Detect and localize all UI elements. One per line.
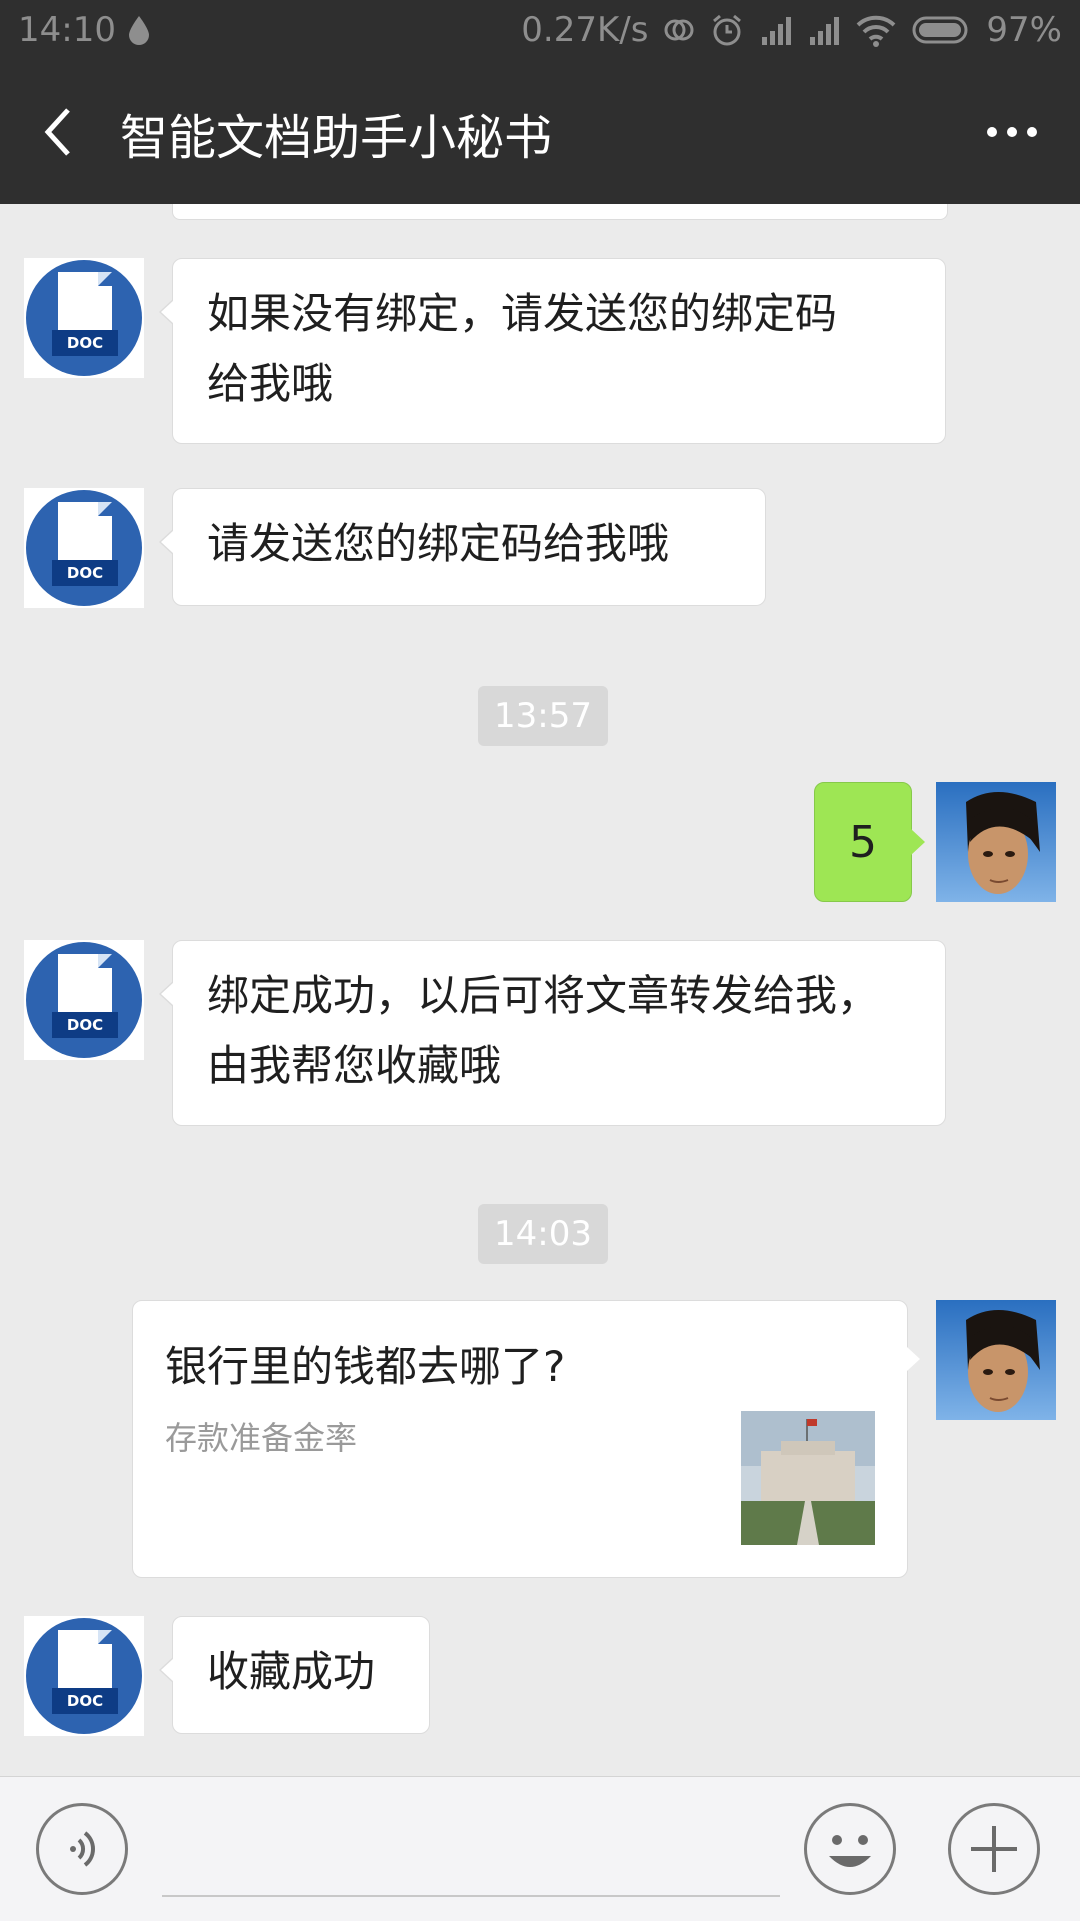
plus-button[interactable]: [948, 1803, 1040, 1895]
bot-message-bubble[interactable]: 绑定成功，以后可将文章转发给我， 由我帮您收藏哦: [159, 940, 946, 1126]
previous-message-bubble: [172, 204, 948, 220]
doc-label: DOC: [52, 1688, 118, 1714]
chat-area[interactable]: DOC 如果没有绑定，请发送您的绑定码 给我哦 DOC 请发送您的绑定码给我哦 …: [0, 204, 1080, 1776]
status-right: 0.27K/s 97%: [521, 10, 1062, 50]
message-text-line: 如果没有绑定，请发送您的绑定码: [207, 289, 838, 338]
bot-avatar[interactable]: DOC: [24, 1616, 144, 1736]
message-text-line: 给我哦: [207, 359, 334, 408]
network-speed: 0.27K/s: [521, 10, 649, 50]
bot-message-bubble[interactable]: 收藏成功: [159, 1616, 430, 1734]
signal-icon-1: [762, 17, 792, 45]
bot-avatar[interactable]: DOC: [24, 940, 144, 1060]
more-dots-icon[interactable]: [984, 124, 1040, 140]
message-input[interactable]: [162, 1895, 780, 1897]
status-time: 14:10: [18, 10, 116, 50]
shared-article-card[interactable]: 银行里的钱都去哪了? 存款准备金率: [132, 1300, 920, 1578]
article-thumbnail: [741, 1411, 875, 1545]
message-text: 收藏成功: [207, 1647, 376, 1696]
emoji-icon: [829, 1835, 871, 1867]
message-text: 请发送您的绑定码给我哦: [207, 519, 670, 568]
doc-label: DOC: [52, 1012, 118, 1038]
plus-icon: [971, 1826, 1017, 1872]
message-text-line: 由我帮您收藏哦: [207, 1041, 502, 1090]
battery-percent: 97%: [986, 10, 1062, 50]
user-avatar[interactable]: [936, 1300, 1056, 1420]
voice-icon: [70, 1831, 95, 1867]
doc-label: DOC: [52, 560, 118, 586]
alarm-clock-icon: [713, 14, 742, 46]
input-bar: [0, 1776, 1080, 1921]
article-title: 银行里的钱都去哪了?: [165, 1342, 566, 1391]
message-text: 5: [849, 817, 877, 868]
bot-avatar[interactable]: DOC: [24, 488, 144, 608]
sync-icon: [664, 19, 694, 41]
chat-title: 智能文档助手小秘书: [120, 110, 553, 166]
message-text-line: 绑定成功，以后可将文章转发给我，: [207, 971, 880, 1020]
water-drop-icon: [129, 16, 149, 45]
bot-message-bubble[interactable]: 请发送您的绑定码给我哦: [159, 488, 766, 606]
timestamp: 14:03: [478, 1204, 608, 1264]
user-portrait: [936, 782, 1056, 902]
user-portrait: [936, 1300, 1056, 1420]
wifi-icon: [857, 15, 896, 47]
bot-message-bubble[interactable]: 如果没有绑定，请发送您的绑定码 给我哦: [159, 258, 946, 444]
chevron-left-icon[interactable]: [38, 100, 78, 164]
status-bar: 14:10 0.27K/s 97%: [0, 0, 1080, 62]
battery-icon: [912, 16, 968, 44]
timestamp: 13:57: [478, 686, 608, 746]
emoji-button[interactable]: [804, 1803, 896, 1895]
article-description: 存款准备金率: [165, 1419, 358, 1457]
doc-label: DOC: [52, 330, 118, 356]
user-message-bubble[interactable]: 5: [814, 782, 925, 902]
signal-icon-2: [810, 17, 840, 45]
voice-button[interactable]: [36, 1803, 128, 1895]
bot-avatar[interactable]: DOC: [24, 258, 144, 378]
title-bar: 智能文档助手小秘书: [0, 62, 1080, 204]
user-avatar[interactable]: [936, 782, 1056, 902]
